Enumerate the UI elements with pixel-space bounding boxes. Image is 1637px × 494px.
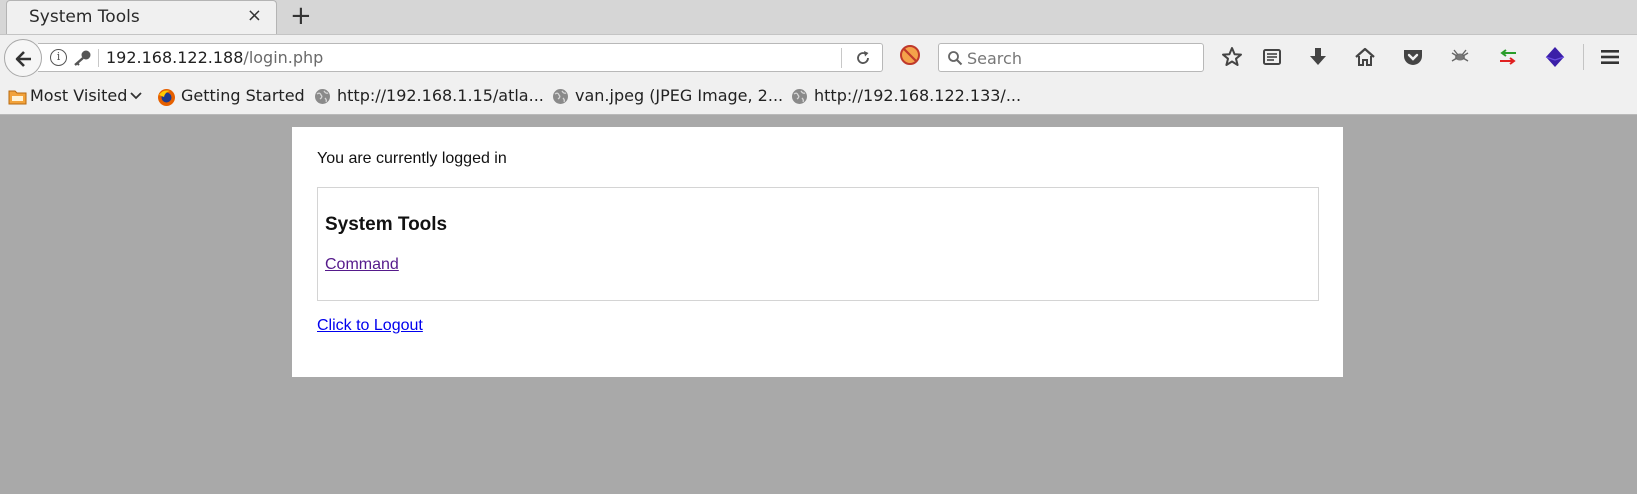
tab-title: System Tools bbox=[29, 7, 140, 27]
download-icon[interactable] bbox=[1306, 45, 1330, 69]
command-link[interactable]: Command bbox=[325, 256, 399, 274]
folder-icon bbox=[8, 90, 27, 105]
bookmark-atla[interactable]: http://192.168.1.15/atla... bbox=[337, 86, 544, 105]
url-bar[interactable]: i 192.168.122.188/login.php bbox=[38, 43, 883, 72]
key-icon bbox=[74, 50, 91, 66]
bookmark-most-visited[interactable]: Most Visited bbox=[30, 86, 127, 105]
url-path: /login.php bbox=[243, 48, 324, 67]
toolbar-separator bbox=[1583, 44, 1584, 70]
tab-system-tools[interactable]: System Tools × bbox=[6, 0, 277, 34]
url-separator bbox=[98, 49, 99, 67]
spider-icon[interactable] bbox=[1448, 45, 1472, 69]
back-arrow-icon bbox=[15, 51, 31, 67]
url-host: 192.168.122.188 bbox=[106, 48, 244, 67]
search-placeholder: Search bbox=[967, 49, 1022, 68]
cube-icon[interactable] bbox=[1543, 45, 1567, 69]
arrows-icon[interactable] bbox=[1496, 45, 1520, 69]
star-icon[interactable] bbox=[1220, 45, 1244, 69]
url-separator bbox=[841, 48, 842, 68]
bookmarks-toolbar: Most Visited Getting Started http://192.… bbox=[0, 77, 1637, 115]
bookmark-van-jpeg[interactable]: van.jpeg (JPEG Image, 2... bbox=[575, 86, 783, 105]
bookmark-192-168-122-133[interactable]: http://192.168.122.133/... bbox=[814, 86, 1021, 105]
login-status-text: You are currently logged in bbox=[317, 150, 507, 167]
globe-icon bbox=[553, 89, 568, 104]
back-button[interactable] bbox=[4, 39, 42, 77]
firefox-icon bbox=[158, 89, 175, 106]
reload-icon[interactable] bbox=[854, 49, 872, 67]
tab-bar: System Tools × + bbox=[0, 0, 1637, 34]
info-icon[interactable]: i bbox=[50, 49, 67, 66]
navigation-bar: i 192.168.122.188/login.php Search bbox=[0, 34, 1637, 77]
section-title: System Tools bbox=[325, 214, 448, 235]
system-tools-panel: System Tools Command bbox=[317, 187, 1319, 301]
reading-list-icon[interactable] bbox=[1260, 45, 1284, 69]
new-tab-icon[interactable]: + bbox=[290, 1, 312, 31]
chevron-down-icon[interactable] bbox=[130, 92, 142, 100]
pocket-icon[interactable] bbox=[1401, 45, 1425, 69]
logout-link[interactable]: Click to Logout bbox=[317, 317, 423, 335]
noscript-icon[interactable] bbox=[899, 44, 921, 66]
search-icon bbox=[948, 51, 963, 66]
bookmark-getting-started[interactable]: Getting Started bbox=[181, 86, 305, 105]
close-icon[interactable]: × bbox=[247, 5, 262, 26]
home-icon[interactable] bbox=[1353, 45, 1377, 69]
globe-icon bbox=[792, 89, 807, 104]
globe-icon bbox=[315, 89, 330, 104]
hamburger-menu-icon[interactable] bbox=[1598, 45, 1622, 69]
search-bar[interactable]: Search bbox=[938, 43, 1204, 72]
url-text[interactable]: 192.168.122.188/login.php bbox=[106, 48, 323, 67]
content-card: You are currently logged in System Tools… bbox=[292, 127, 1343, 377]
